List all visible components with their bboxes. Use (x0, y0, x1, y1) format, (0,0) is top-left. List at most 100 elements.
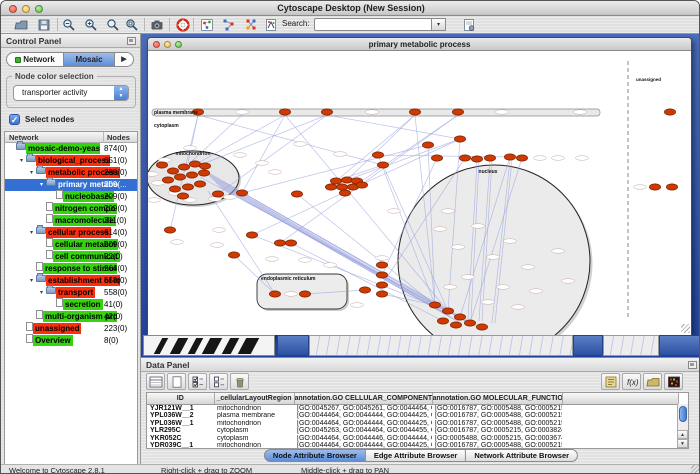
layout-attribute-icon[interactable] (241, 17, 262, 33)
network-node[interactable] (464, 320, 475, 326)
network-node[interactable] (299, 291, 310, 297)
network-resize-grip[interactable] (681, 324, 690, 333)
network-label-node[interactable] (534, 156, 547, 161)
help-ring-icon[interactable] (173, 17, 194, 33)
scroll-up-arrow[interactable]: ▲ (677, 430, 688, 439)
network-label-node[interactable] (299, 258, 312, 263)
network-label-node[interactable] (224, 195, 237, 200)
network-label-node[interactable] (351, 303, 364, 308)
network-node[interactable] (666, 184, 677, 190)
table-cell[interactable]: YKR052C (147, 435, 214, 443)
tree-row[interactable]: mosaic-demo-yeast874(0) (5, 143, 137, 155)
network-label-node[interactable] (444, 285, 457, 290)
unselect-attributes-icon[interactable] (209, 373, 228, 390)
table-column-header[interactable]: ID (147, 393, 214, 404)
table-cell[interactable]: YLR295C (147, 427, 214, 435)
network-label-node[interactable] (211, 243, 224, 248)
network-label-node[interactable] (213, 228, 226, 233)
delete-attribute-icon[interactable] (230, 373, 249, 390)
tree-col-network[interactable]: Network (9, 132, 39, 143)
table-cell[interactable]: [GO:0016787, GO:0005488, GO:0005215, G..… (432, 412, 562, 420)
select-nodes-checkbox[interactable]: ✓ (9, 114, 20, 125)
network-node[interactable] (162, 177, 173, 183)
network-node[interactable] (341, 177, 352, 183)
search-input[interactable] (314, 18, 432, 31)
network-node[interactable] (269, 291, 280, 297)
table-cell[interactable]: [GO:0044464, GO:0044444, GO:0044425, G..… (294, 412, 432, 420)
network-node[interactable] (212, 191, 223, 197)
expand-triangle-icon[interactable]: ▾ (27, 167, 36, 179)
network-node[interactable] (459, 155, 470, 161)
network-label-node[interactable] (266, 257, 279, 262)
network-label-node[interactable] (462, 275, 475, 280)
network-label-node[interactable] (472, 224, 485, 229)
network-node[interactable] (285, 240, 296, 246)
network-node[interactable] (228, 252, 239, 258)
network-node[interactable] (330, 178, 341, 184)
zoom-fit-icon[interactable] (103, 17, 124, 33)
network-node[interactable] (516, 155, 527, 161)
network-node[interactable] (437, 318, 448, 324)
network-node[interactable] (178, 164, 189, 170)
network-node[interactable] (359, 287, 370, 293)
table-cell[interactable]: cytoplasm (214, 427, 294, 435)
table-cell[interactable]: [GO:0016787, GO:0005488, GO:0005215, G..… (432, 420, 562, 428)
tree-row[interactable]: ▾cellular process614(0) (5, 227, 137, 239)
network-label-node[interactable] (171, 240, 184, 245)
network-node[interactable] (194, 181, 205, 187)
tab-mosaic[interactable]: Mosaic (63, 53, 115, 66)
tree-row[interactable]: macromolecule311(0) (5, 215, 137, 227)
new-attribute-icon[interactable] (167, 373, 186, 390)
table-cell[interactable]: YPL036W__2 (147, 412, 214, 420)
network-label-node[interactable] (562, 279, 575, 284)
network-overview-icon[interactable] (197, 17, 218, 33)
tree-row[interactable]: ▾metabolic process280(0) (5, 167, 137, 179)
tree-row[interactable]: cell communicat22(0) (5, 251, 137, 263)
float-panel-icon[interactable] (688, 361, 697, 369)
table-scrollbar[interactable]: ▲ ▼ (677, 404, 688, 448)
network-node[interactable] (372, 152, 383, 158)
tree-row-label[interactable]: unassigned (33, 323, 81, 334)
network-node[interactable] (182, 184, 193, 190)
network-node[interactable] (167, 168, 178, 174)
tree-row-label[interactable]: mosaic-demo-yeast (26, 143, 100, 154)
network-node[interactable] (246, 232, 257, 238)
network-label-node[interactable] (376, 256, 389, 261)
table-scrollbar-thumb[interactable] (679, 406, 687, 422)
tree-row-label[interactable]: biological_process (36, 155, 110, 166)
network-node[interactable] (189, 161, 200, 167)
network-label-node[interactable] (576, 156, 589, 161)
zoom-out-icon[interactable] (59, 17, 80, 33)
tree-row[interactable]: ▾biological_process651(0) (5, 155, 137, 167)
tree-row[interactable]: secretion41(0) (5, 299, 137, 311)
table-row[interactable]: YPL036W__1mitochondrion[GO:0044464, GO:0… (147, 420, 678, 428)
table-cell[interactable]: mitochondrion (214, 404, 294, 412)
tree-row[interactable]: ▾transport558(0) (5, 287, 137, 299)
network-node[interactable] (442, 308, 453, 314)
tab-network-attribute-browser[interactable]: Network Attribute Browser (466, 449, 578, 462)
network-node[interactable] (454, 314, 465, 320)
network-label-node[interactable] (148, 172, 159, 177)
network-node[interactable] (164, 227, 175, 233)
function-builder-icon[interactable]: f(x) (622, 373, 641, 390)
table-cell[interactable]: [GO:0044464, GO:0044444, GO:0044425, G..… (294, 420, 432, 428)
zoom-window-button[interactable] (35, 5, 43, 13)
tree-row[interactable]: multi-organism pro42(0) (5, 311, 137, 323)
network-label-node[interactable] (159, 158, 172, 163)
network-label-node[interactable] (434, 227, 447, 232)
tab-network[interactable]: Network (7, 53, 63, 66)
network-label-node[interactable] (522, 265, 535, 270)
search-dropdown-arrow[interactable]: ▾ (432, 18, 446, 31)
network-node[interactable] (452, 109, 463, 115)
table-cell[interactable]: [GO:0045267, GO:0045261, GO:0044464, G..… (294, 404, 432, 412)
tree-row-label[interactable]: Overview (33, 335, 73, 346)
network-node[interactable] (376, 262, 387, 268)
snapshot-icon[interactable] (147, 17, 168, 33)
network-label-node[interactable] (256, 161, 269, 166)
network-node[interactable] (321, 109, 332, 115)
table-cell[interactable]: [GO:0005488, GO:0005215, GO:0003674] (432, 435, 562, 443)
network-node[interactable] (484, 155, 495, 161)
tree-row[interactable]: ▾primary metabo209(... (5, 179, 137, 191)
network-node[interactable] (649, 184, 660, 190)
network-node[interactable] (664, 109, 675, 115)
